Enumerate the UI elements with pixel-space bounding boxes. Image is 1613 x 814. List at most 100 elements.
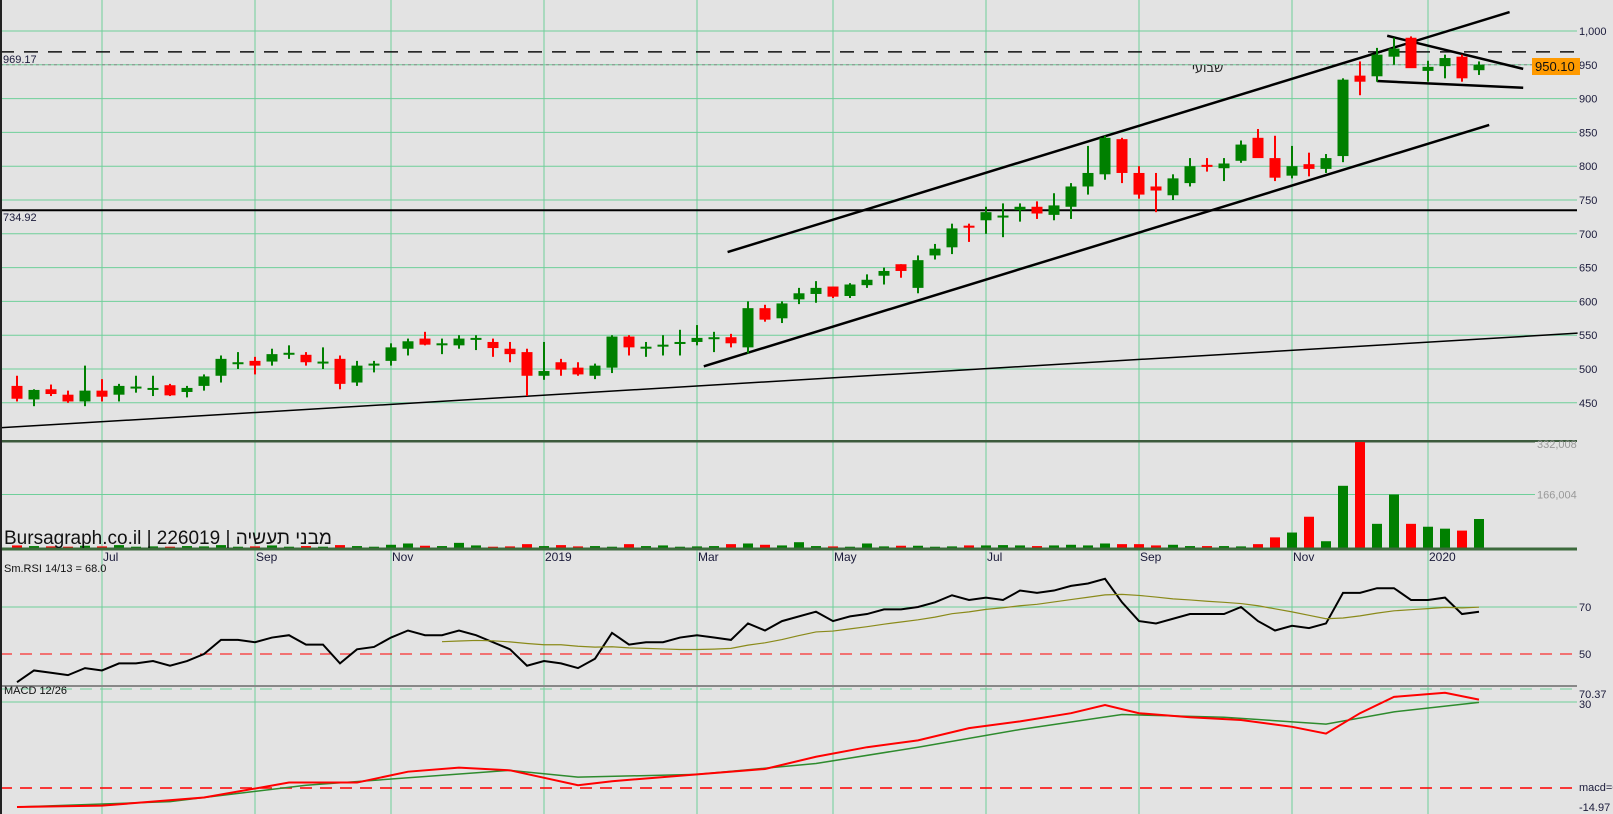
candle [1337,78,1349,163]
candle [1405,36,1417,69]
candle-body [1473,64,1485,71]
candle-body [827,286,839,297]
volume-bar [1134,544,1144,548]
candle [1303,152,1315,177]
candle-body [929,248,941,256]
month-label: 2020 [1429,550,1456,564]
candle [113,383,125,402]
candle-body [691,337,703,342]
candle-body [504,348,516,355]
candle-body [776,303,788,319]
candle-body [1405,37,1417,69]
price-tick-label: 1,000 [1579,26,1607,38]
candle [96,379,108,402]
candle [181,385,193,398]
volume-bar [1338,485,1348,548]
candle-body [164,385,176,396]
candle [385,343,397,366]
macd-axis-label: 30 [1579,699,1591,711]
price-tick-label: 600 [1579,296,1597,308]
candle [198,374,210,391]
candle [1099,135,1111,180]
candle [436,338,448,355]
candle-body [1150,186,1162,191]
price-tick-label: 950 [1579,60,1597,72]
candle [317,347,329,369]
candle [963,223,975,242]
volume-bar [1423,526,1433,548]
price-panel[interactable]: 969.17 734.92 [0,10,1578,429]
candle-body [674,341,686,344]
candle [1422,60,1434,82]
candle-body [1167,178,1179,196]
candle [487,338,499,357]
candle-body [708,337,720,340]
candle-body [963,225,975,228]
price-tick-label: 500 [1579,364,1597,376]
month-label: Jul [987,550,1002,564]
candle-body [538,371,550,376]
resistance-label: 969.17 [3,54,37,66]
candle [1388,37,1400,65]
candle-body [1422,66,1434,71]
volume-bar [794,542,804,548]
candle [844,283,856,299]
candle [1031,201,1043,219]
candle [759,304,771,322]
volume-bar [624,544,634,548]
candle [1269,135,1281,182]
candle-body [368,363,380,366]
candle [521,348,533,397]
candle-body [351,365,363,383]
candle-body [1031,206,1043,214]
volume-bar [1440,528,1450,548]
candle [742,301,754,354]
volume-bar [1100,543,1110,548]
candle-body [946,228,958,248]
candle [232,352,244,369]
candle [1252,129,1264,159]
volume-bar [522,544,532,548]
candle [147,375,159,397]
price-tick-label: 550 [1579,330,1597,342]
support-label: 734.92 [3,212,37,224]
candle-body [810,287,822,294]
candle-body [1303,164,1315,169]
month-label: Jul [103,550,118,564]
candle-body [521,352,533,376]
trendline-long-support [0,332,1578,429]
candle [776,301,788,324]
candle-body [844,284,856,296]
candle [912,255,924,294]
price-tick-label: 900 [1579,94,1597,106]
candle-body [96,390,108,397]
rsi-panel [16,577,1480,684]
candle [1320,154,1332,173]
candle [1473,61,1485,75]
stock-chart[interactable]: 969.17 734.92 Jul Sep Nov 2019 Mar May Jul Sep No… [0,0,1613,814]
candle-body [402,341,414,349]
candle [878,267,890,285]
candle-body [1337,79,1349,157]
candle-body [181,387,193,392]
candle [640,341,652,357]
volume-bar [1355,441,1365,548]
rsi-signal-line [441,593,1480,651]
candle-body [1133,172,1145,195]
candle-body [1082,172,1094,187]
candle [606,335,618,374]
candle-body [1439,58,1451,67]
price-tick-label: 450 [1579,398,1597,410]
candle-body [79,390,91,402]
candle [249,356,261,375]
candle-body [45,389,57,395]
candle [810,281,822,303]
volume-bar [743,543,753,548]
candle-body [572,367,584,375]
rsi-line [16,577,1480,684]
candle [1048,193,1060,221]
candle-body [385,347,397,361]
candle [1065,183,1077,219]
candle [130,375,142,393]
volume-bar [1321,541,1331,548]
